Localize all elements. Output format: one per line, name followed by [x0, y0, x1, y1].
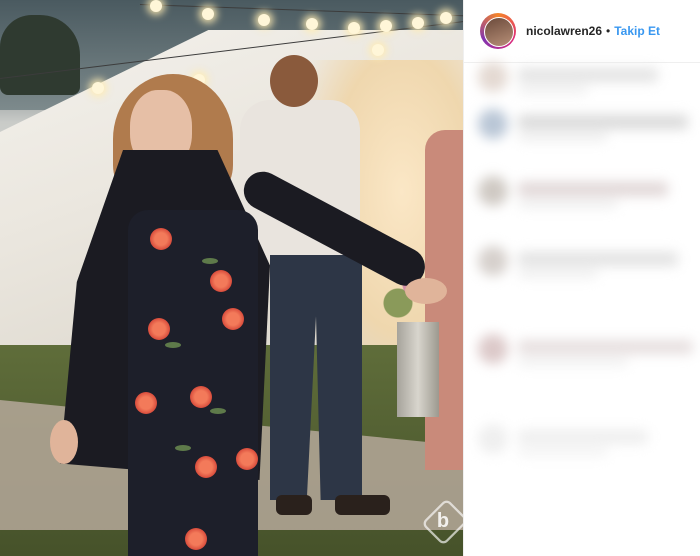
- light-bulb: [412, 17, 424, 29]
- photo-man-shoe: [276, 495, 312, 515]
- dress-rose: [185, 528, 207, 550]
- dress-rose: [190, 386, 212, 408]
- photo-woman-dress: [128, 210, 258, 556]
- dress-leaf: [202, 258, 218, 264]
- dress-leaf: [165, 342, 181, 348]
- avatar[interactable]: [480, 13, 516, 49]
- blurred-comment: [464, 58, 700, 98]
- light-bulb: [348, 22, 360, 34]
- avatar-image: [484, 17, 514, 47]
- blurred-comment: [464, 330, 700, 370]
- post-side-panel: nicolawren26 • Takip Et: [463, 0, 700, 556]
- dress-rose: [195, 456, 217, 478]
- light-bulb: [372, 44, 384, 56]
- dress-rose: [135, 392, 157, 414]
- dress-rose: [210, 270, 232, 292]
- light-bulb: [440, 12, 452, 24]
- dress-rose: [222, 308, 244, 330]
- photo-man-head: [270, 55, 318, 107]
- blurred-comment: [464, 105, 700, 145]
- watermark-icon: b: [436, 510, 450, 532]
- light-bulb: [258, 14, 270, 26]
- light-bulb: [150, 0, 162, 12]
- light-bulb: [306, 18, 318, 30]
- photo-bucket: [397, 322, 439, 417]
- light-bulb: [202, 8, 214, 20]
- photo-woman-hand: [50, 420, 78, 464]
- photo-woman-hand: [405, 278, 447, 304]
- blurred-comment: [464, 242, 700, 282]
- username[interactable]: nicolawren26: [526, 24, 602, 38]
- blurred-comment: [464, 420, 700, 460]
- separator-dot: •: [606, 24, 611, 38]
- photo-man-shoe: [335, 495, 390, 515]
- post-header: nicolawren26 • Takip Et: [464, 0, 700, 63]
- blurred-comment: [464, 172, 700, 212]
- dress-leaf: [210, 408, 226, 414]
- dress-rose: [150, 228, 172, 250]
- photo-tree: [0, 15, 80, 95]
- follow-button[interactable]: Takip Et: [614, 24, 660, 38]
- dress-rose: [236, 448, 258, 470]
- light-bulb: [92, 82, 104, 94]
- light-bulb: [380, 20, 392, 32]
- post-photo[interactable]: b: [0, 0, 463, 556]
- dress-rose: [148, 318, 170, 340]
- dress-leaf: [175, 445, 191, 451]
